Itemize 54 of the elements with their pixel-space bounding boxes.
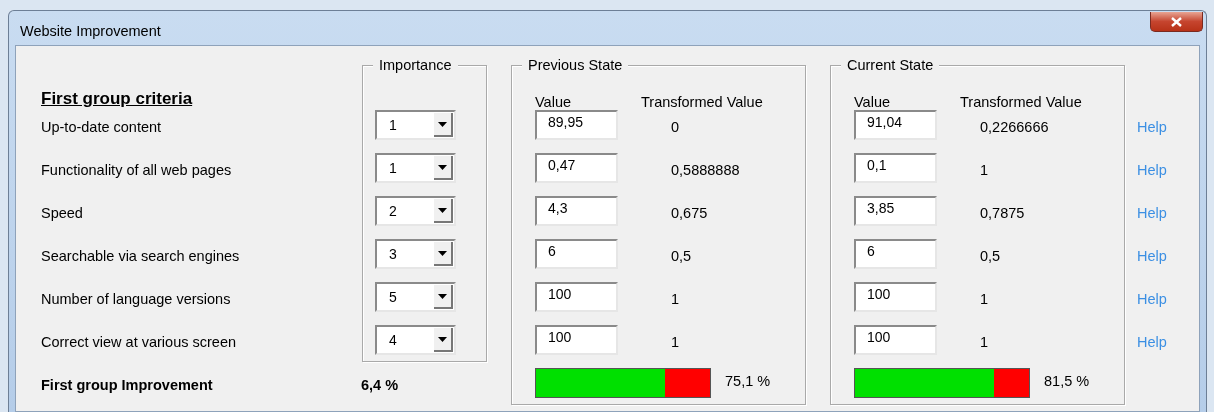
summary-label: First group Improvement xyxy=(41,376,213,393)
dropdown[interactable]: 5 xyxy=(375,282,456,312)
dropdown[interactable]: 3 xyxy=(375,239,456,269)
transformed-value: 0,2266666 xyxy=(980,118,1049,135)
transformed-value: 0,5888888 xyxy=(671,161,740,178)
column-header: Value xyxy=(535,94,572,110)
transformed-value: 1 xyxy=(980,161,989,178)
improvement-percentage: 75,1 % xyxy=(725,372,771,389)
criterion-label: Searchable via search engines xyxy=(41,247,240,264)
dropdown-arrow-icon xyxy=(438,336,447,342)
criterion-label: Correct view at various screen xyxy=(41,333,236,350)
dropdown-arrow-icon xyxy=(438,207,447,213)
close-icon xyxy=(1171,16,1182,27)
value-field[interactable]: 89,95 xyxy=(535,110,618,140)
transformed-value: 0,675 xyxy=(671,204,708,221)
column-header: Value xyxy=(854,94,891,110)
transformed-value: 1 xyxy=(980,290,989,307)
criterion-label: Functionality of all web pages xyxy=(41,161,232,178)
dropdown[interactable]: 4 xyxy=(375,325,456,355)
criterion-label: Up-to-date content xyxy=(41,118,162,135)
column-header: Transformed Value xyxy=(641,94,763,110)
value-field[interactable]: 100 xyxy=(854,325,937,355)
close-button[interactable] xyxy=(1150,12,1203,32)
dropdown[interactable]: 1 xyxy=(375,110,456,140)
transformed-value: 0,5 xyxy=(671,247,692,264)
transformed-value: 0,5 xyxy=(980,247,1001,264)
transformed-value: 1 xyxy=(671,333,680,350)
criterion-label: Speed xyxy=(41,204,83,221)
column-header: Transformed Value xyxy=(960,94,1082,110)
criterion-label: Number of language versions xyxy=(41,290,231,307)
value-field[interactable]: 6 xyxy=(854,239,937,269)
dropdown-arrow-icon xyxy=(438,293,447,299)
improvement-value: 6,4 % xyxy=(361,376,399,393)
transformed-value: 1 xyxy=(980,333,989,350)
transformed-value: 0,7875 xyxy=(980,204,1025,221)
value-field[interactable]: 100 xyxy=(535,282,618,312)
dropdown-arrow-icon xyxy=(438,250,447,256)
value-field[interactable]: 100 xyxy=(535,325,618,355)
improvement-percentage: 81,5 % xyxy=(1044,372,1090,389)
dropdown-arrow-icon xyxy=(438,121,447,127)
value-field[interactable]: 6 xyxy=(535,239,618,269)
dropdown[interactable]: 1 xyxy=(375,153,456,183)
dropdown[interactable]: 2 xyxy=(375,196,456,226)
value-field[interactable]: 0,47 xyxy=(535,153,618,183)
group-heading: First group criteria xyxy=(41,88,193,110)
value-field[interactable]: 100 xyxy=(854,282,937,312)
value-field[interactable]: 0,1 xyxy=(854,153,937,183)
dropdown-arrow-icon xyxy=(438,164,447,170)
transformed-value: 1 xyxy=(671,290,680,307)
value-field[interactable]: 4,3 xyxy=(535,196,618,226)
value-field[interactable]: 3,85 xyxy=(854,196,937,226)
transformed-value: 0 xyxy=(671,118,680,135)
value-field[interactable]: 91,04 xyxy=(854,110,937,140)
window-title: Website Improvement xyxy=(20,22,161,41)
